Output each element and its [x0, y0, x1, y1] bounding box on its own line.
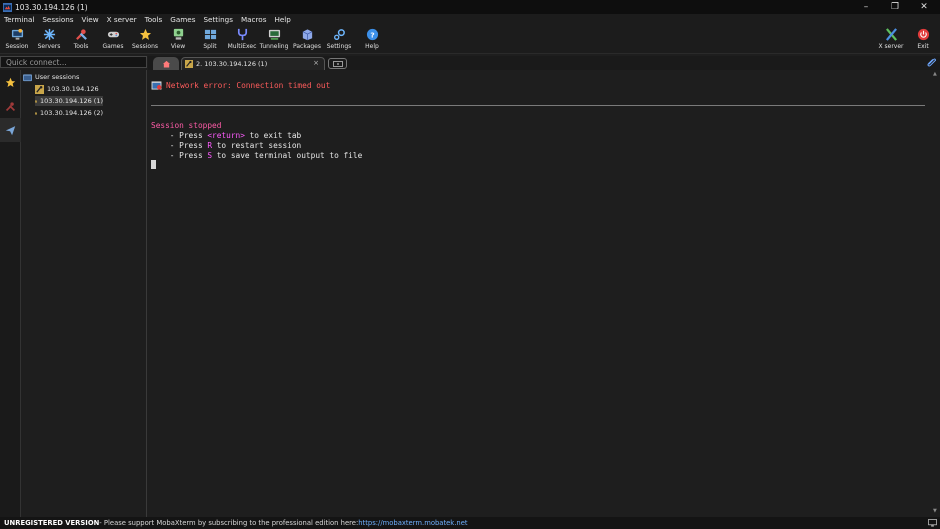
servers-icon [43, 28, 55, 41]
tree-root-label: User sessions [35, 73, 80, 81]
x-server-button[interactable]: X server [875, 28, 907, 52]
support-message: - Please support MobaXterm by subscribin… [99, 519, 359, 527]
ssh-session-icon [35, 111, 38, 115]
session-button[interactable]: Session [1, 28, 33, 52]
minimize-button[interactable]: – [852, 0, 880, 14]
scroll-down-arrow-icon[interactable]: ▼ [933, 508, 937, 514]
help-icon: ? [366, 28, 378, 41]
split-button[interactable]: Split [194, 28, 226, 52]
close-window-button[interactable]: ✕ [910, 0, 938, 14]
terminal-area[interactable]: Network error: Connection timed out Sess… [148, 70, 932, 517]
settings-button[interactable]: Settings [323, 28, 355, 52]
menu-bar: Terminal Sessions View X server Tools Ga… [0, 14, 940, 26]
instruction-restart-session: - Press R to restart session [151, 141, 302, 150]
games-button[interactable]: Games [97, 28, 129, 52]
svg-text:?: ? [370, 30, 374, 39]
menu-view[interactable]: View [78, 14, 103, 26]
restore-button[interactable]: ❐ [881, 0, 909, 14]
ssh-session-icon [35, 99, 38, 103]
network-error-icon [151, 81, 162, 90]
menu-sessions[interactable]: Sessions [38, 14, 77, 26]
servers-button[interactable]: Servers [33, 28, 65, 52]
session-tab-label: 2. 103.30.194.126 (1) [196, 60, 268, 68]
new-terminal-icon [332, 60, 343, 67]
quick-connect-box [0, 56, 147, 68]
sidebar-vertical-tabs [0, 70, 21, 517]
menu-x-server[interactable]: X server [103, 14, 141, 26]
menu-games[interactable]: Games [166, 14, 199, 26]
unregistered-label: UNREGISTERED VERSION [4, 519, 100, 527]
instruction-save-output: - Press S to save terminal output to fil… [151, 151, 363, 160]
ssh-session-icon [185, 60, 193, 68]
tab-strip: 2. 103.30.194.126 (1) × [148, 56, 940, 70]
packages-button[interactable]: Packages [291, 28, 323, 52]
attachment-icon[interactable] [927, 58, 936, 67]
menu-help[interactable]: Help [270, 14, 294, 26]
tools-button[interactable]: Tools [65, 28, 97, 52]
menu-tools[interactable]: Tools [141, 14, 167, 26]
network-error-line: Network error: Connection timed out [166, 81, 331, 90]
session-monitor-icon [11, 28, 23, 40]
session-stopped-line: Session stopped [151, 121, 222, 130]
return-key-hint: <return> [207, 131, 245, 140]
sftp-sidebar-tab[interactable] [0, 118, 21, 142]
ssh-session-icon [35, 84, 44, 94]
new-tab-button[interactable] [328, 58, 347, 69]
monitor-icon[interactable] [928, 519, 937, 527]
menu-terminal[interactable]: Terminal [0, 14, 38, 26]
tab-close-icon[interactable]: × [313, 59, 319, 67]
toolbar: Session Servers Tools Games Sessions Vie… [0, 26, 940, 54]
sessions-sidebar-tab[interactable] [0, 70, 21, 94]
menu-settings[interactable]: Settings [199, 14, 236, 26]
session-item-label: 103.30.194.126 (2) [40, 109, 103, 117]
help-button[interactable]: ? Help [356, 28, 388, 52]
sessions-button[interactable]: Sessions [129, 28, 161, 52]
terminal-separator [151, 105, 925, 106]
star-icon [5, 77, 16, 87]
tools-sidebar-tab[interactable] [0, 94, 21, 118]
tools-icon [75, 29, 87, 40]
mobatek-link[interactable]: https://mobaxterm.mobatek.net [358, 519, 467, 527]
folder-icon [23, 73, 32, 81]
mobaxterm-app-icon [3, 2, 12, 12]
terminal-scrollbar[interactable]: ▲ ▼ [932, 70, 940, 517]
gamepad-icon [107, 31, 119, 38]
session-item-label: 103.30.194.126 (1) [40, 97, 103, 105]
split-icon [204, 29, 216, 40]
tree-session-item[interactable]: 103.30.194.126 (2) [35, 108, 103, 118]
tree-session-item-selected[interactable]: 103.30.194.126 (1) [35, 96, 103, 106]
paper-plane-icon [5, 125, 16, 135]
tree-session-item[interactable]: 103.30.194.126 [35, 84, 103, 94]
scroll-up-arrow-icon[interactable]: ▲ [933, 71, 937, 77]
instruction-exit-tab: - Press <return> to exit tab [151, 131, 302, 140]
tunneling-icon [268, 29, 280, 40]
home-tab[interactable] [153, 57, 179, 70]
tools-icon [5, 101, 16, 111]
window-title: 103.30.194.126 (1) [15, 2, 88, 12]
home-icon [162, 60, 170, 68]
title-bar: 103.30.194.126 (1) – ❐ ✕ [0, 0, 940, 14]
status-bar: UNREGISTERED VERSION - Please support Mo… [0, 517, 940, 529]
x-server-icon [885, 28, 897, 41]
tunneling-button[interactable]: Tunneling [258, 28, 290, 52]
user-sessions-folder[interactable]: User sessions [23, 72, 79, 82]
view-button[interactable]: View [162, 28, 194, 52]
quick-connect-input[interactable] [1, 57, 146, 67]
power-icon [917, 28, 929, 41]
view-icon [173, 28, 183, 40]
packages-icon [302, 29, 312, 41]
multiexec-fork-icon [237, 28, 247, 41]
gear-icon [333, 29, 345, 40]
session-tab[interactable]: 2. 103.30.194.126 (1) × [181, 57, 325, 70]
menu-macros[interactable]: Macros [237, 14, 271, 26]
session-item-label: 103.30.194.126 [47, 85, 99, 93]
multiexec-button[interactable]: MultiExec [226, 28, 258, 52]
exit-button[interactable]: Exit [907, 28, 939, 52]
star-icon [139, 28, 151, 40]
session-tree: User sessions 103.30.194.126 103.30.194.… [21, 70, 147, 517]
terminal-cursor [151, 160, 156, 169]
